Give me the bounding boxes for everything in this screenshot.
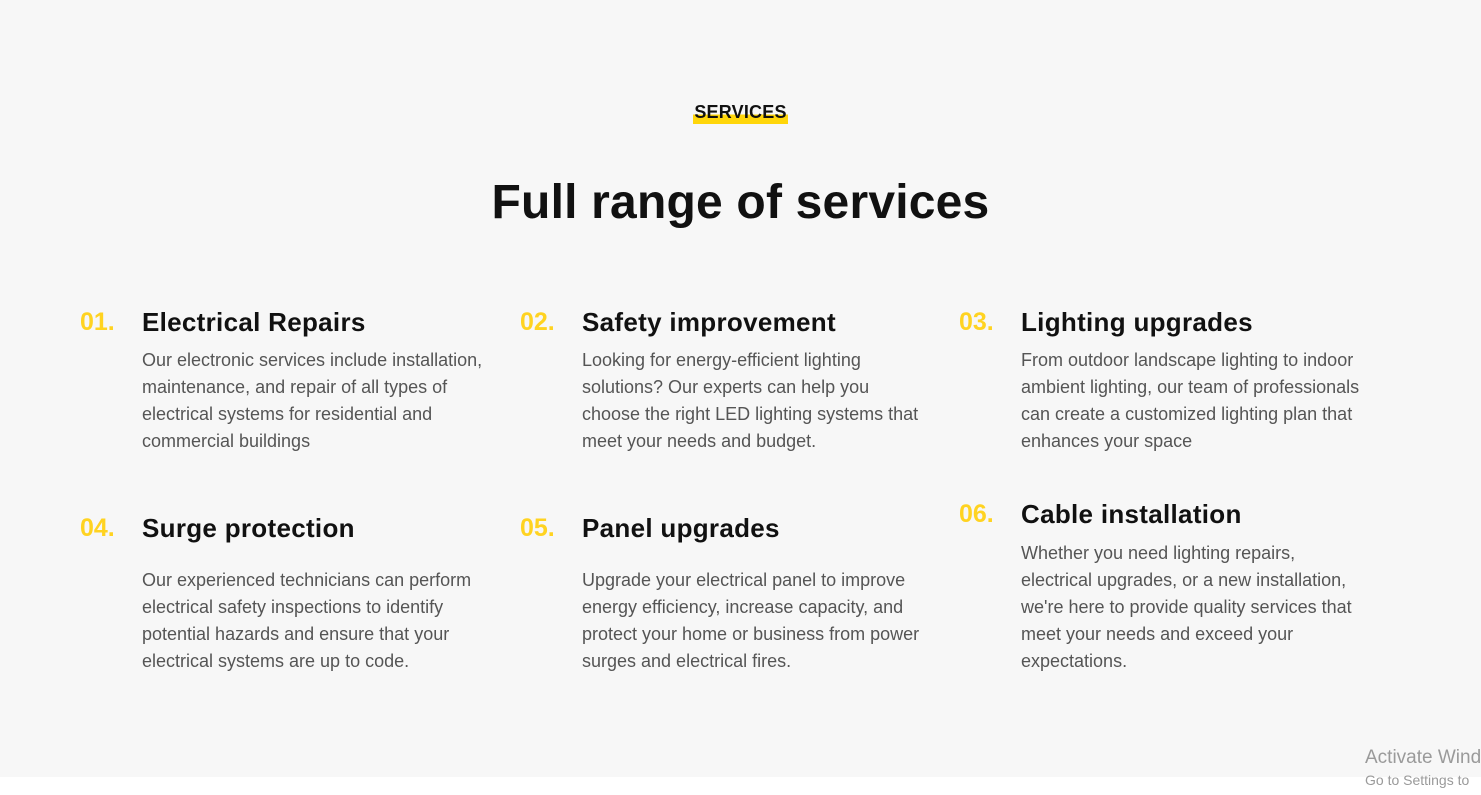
service-number: 05. — [520, 514, 555, 542]
section-eyebrow: SERVICES — [0, 100, 1481, 124]
services-section: SERVICES Full range of services 01. Elec… — [0, 0, 1481, 777]
service-number: 01. — [80, 308, 115, 336]
service-title: Panel upgrades — [582, 513, 780, 543]
service-title: Cable installation — [1021, 499, 1242, 529]
service-title: Lighting upgrades — [1021, 307, 1253, 337]
service-title: Surge protection — [142, 513, 355, 543]
section-title: Full range of services — [491, 176, 990, 229]
watermark-line-1: Activate Wind — [1365, 747, 1481, 768]
service-number: 02. — [520, 308, 555, 336]
service-number: 03. — [959, 308, 994, 336]
activate-windows-watermark: Activate Wind Go to Settings to — [1365, 746, 1481, 790]
eyebrow-label: SERVICES — [693, 100, 788, 124]
service-number: 04. — [80, 514, 115, 542]
service-number: 06. — [959, 500, 994, 528]
service-title: Safety improvement — [582, 307, 836, 337]
watermark-line-2: Go to Settings to — [1365, 772, 1470, 788]
service-description: Upgrade your electrical panel to improve… — [582, 570, 920, 671]
service-description: Looking for energy-efficient lighting so… — [582, 350, 919, 451]
service-title: Electrical Repairs — [142, 307, 366, 337]
service-description: Our electronic services include installa… — [142, 350, 483, 451]
service-description: From outdoor landscape lighting to indoo… — [1021, 350, 1360, 451]
service-description: Our experienced technicians can perform … — [142, 570, 472, 671]
service-description: Whether you need lighting repairs, elect… — [1021, 543, 1352, 671]
